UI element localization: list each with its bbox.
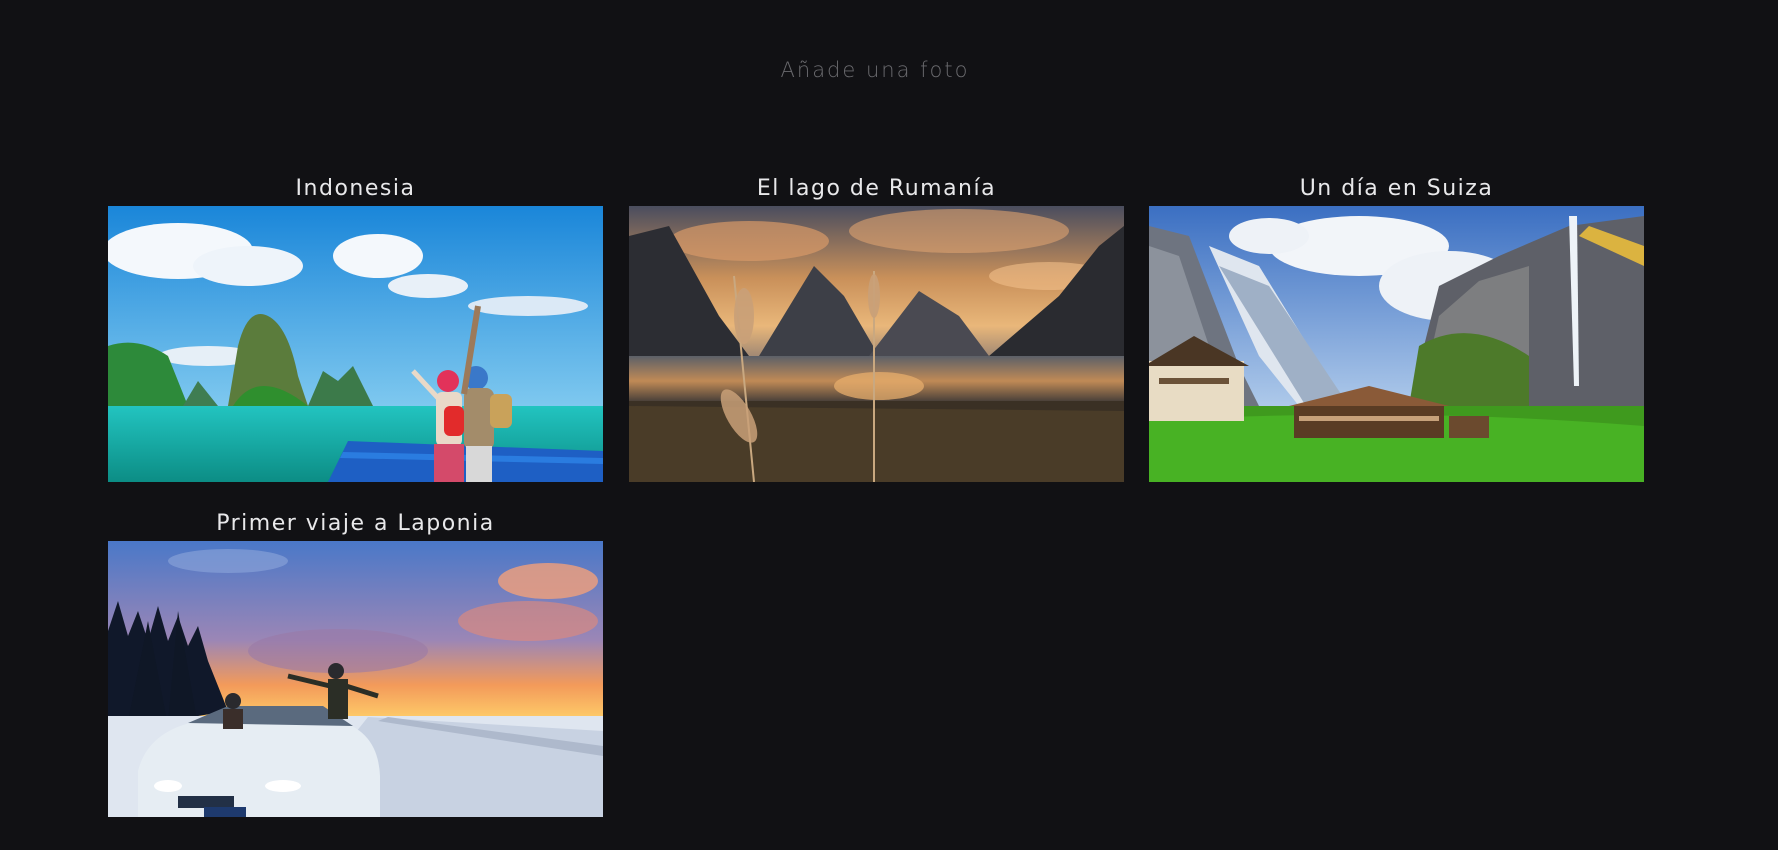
card-title: El lago de Rumanía: [756, 176, 997, 201]
beach-travelers-photo: [108, 206, 603, 482]
alpine-village-photo: [1149, 206, 1644, 482]
card-photo[interactable]: [629, 206, 1124, 482]
card-title: Primer viaje a Laponia: [216, 511, 495, 536]
card-title: Indonesia: [295, 176, 416, 201]
photo-card-indonesia[interactable]: Indonesia: [108, 172, 603, 483]
card-photo[interactable]: [1149, 206, 1644, 482]
add-photo-link[interactable]: Añade una foto: [0, 58, 1750, 82]
card-photo[interactable]: [108, 206, 603, 482]
card-photo[interactable]: [108, 541, 603, 817]
mountain-lake-sunset-photo: [629, 206, 1124, 482]
gallery-page: Añade una foto Indonesia El lago de Ruma…: [0, 0, 1778, 850]
snowy-road-car-photo: [108, 541, 603, 817]
photo-card-laponia[interactable]: Primer viaje a Laponia: [108, 507, 603, 818]
photo-card-rumania[interactable]: El lago de Rumanía: [629, 172, 1124, 483]
photo-card-suiza[interactable]: Un día en Suiza: [1149, 172, 1644, 483]
card-title: Un día en Suiza: [1299, 176, 1494, 201]
